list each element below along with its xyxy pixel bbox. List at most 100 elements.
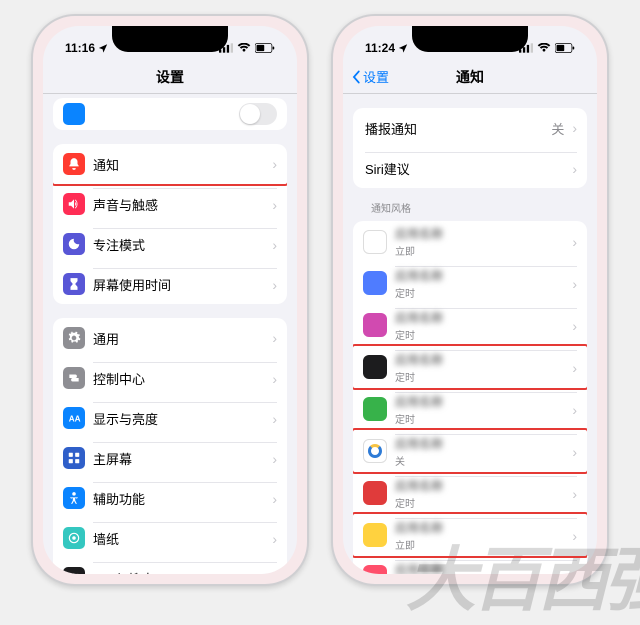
row-label: 播报通知 [365, 119, 551, 138]
app-row[interactable]: 应用名称定时› [353, 556, 587, 574]
app-schedule: 定时 [395, 327, 568, 342]
settings-row-通用[interactable]: 通用› [53, 318, 287, 358]
app-row[interactable]: 应用名称定时 › [353, 304, 587, 346]
settings-group: 通知›声音与触感›专注模式›屏幕使用时间› [53, 144, 287, 304]
app-icon [363, 230, 387, 254]
toggle[interactable] [239, 103, 277, 125]
app-icon [363, 481, 387, 505]
figure-icon [63, 487, 85, 509]
app-schedule: 关 [395, 453, 568, 468]
chevron-right-icon: › [272, 411, 277, 427]
row-label: Siri 与搜索 [93, 569, 268, 574]
chevron-right-icon: › [572, 570, 577, 575]
chevron-right-icon: › [572, 444, 577, 460]
status-time: 11:24 [365, 41, 395, 55]
settings-row-专注模式[interactable]: 专注模式› [53, 224, 287, 264]
screen-right: 11:24 设置 通知 播报通知关›Siri建议›通知风格应用 [343, 26, 597, 574]
settings-row-屏幕使用时间[interactable]: 屏幕使用时间› [53, 264, 287, 304]
chevron-right-icon: › [272, 197, 277, 213]
aa-icon: AA [63, 407, 85, 429]
speaker-icon [63, 193, 85, 215]
chevron-right-icon: › [272, 491, 277, 507]
chevron-right-icon: › [272, 277, 277, 293]
chevron-right-icon: › [272, 571, 277, 575]
gear-icon [63, 327, 85, 349]
settings-row-显示与亮度[interactable]: AA显示与亮度› [53, 398, 287, 438]
app-name: 应用名称 [395, 225, 568, 242]
app-row[interactable]: 应用名称立即› [353, 221, 587, 262]
status-right [519, 43, 575, 53]
back-label: 设置 [363, 67, 389, 86]
app-row[interactable]: 应用名称定时› [353, 388, 587, 430]
battery-icon [555, 43, 575, 53]
app-icon [363, 355, 387, 379]
row-label: 专注模式 [93, 235, 268, 254]
app-icon [363, 439, 387, 463]
settings-row-Siri 与搜索[interactable]: Siri 与搜索 › [53, 558, 287, 574]
settings-group: 通用›控制中心›AA显示与亮度›主屏幕›辅助功能›墙纸›Siri 与搜索›面容 … [53, 318, 287, 574]
app-row[interactable]: 应用名称定时› [353, 472, 587, 514]
page-title: 设置 [156, 67, 184, 87]
chevron-right-icon: › [572, 161, 577, 177]
app-name: 应用名称 [395, 435, 568, 452]
hourglass-icon [63, 273, 85, 295]
settings-row-墙纸[interactable]: 墙纸› [53, 518, 287, 558]
page-title: 通知 [456, 67, 484, 87]
app-schedule: 定时 [395, 369, 568, 384]
chevron-right-icon: › [272, 237, 277, 253]
battery-icon [255, 43, 275, 53]
setting-row[interactable]: Siri建议› [353, 148, 587, 188]
settings-list[interactable]: 通知›声音与触感›专注模式›屏幕使用时间›通用›控制中心›AA显示与亮度›主屏幕… [43, 94, 297, 574]
row-label: 控制中心 [93, 369, 268, 388]
settings-row-辅助功能[interactable]: 辅助功能› [53, 478, 287, 518]
app-name: 应用名称 [395, 267, 568, 284]
row-label: 声音与触感 [93, 195, 268, 214]
location-icon [398, 43, 408, 53]
app-row[interactable]: 应用名称立即› [353, 514, 587, 556]
nav-bar: 设置 [43, 60, 297, 94]
chevron-right-icon: › [272, 451, 277, 467]
app-name: 应用名称 [395, 519, 568, 536]
app-icon [363, 565, 387, 574]
chevron-right-icon: › [572, 276, 577, 292]
chevron-right-icon: › [572, 120, 577, 136]
back-button[interactable]: 设置 [351, 67, 389, 86]
settings-row-主屏幕[interactable]: 主屏幕› [53, 438, 287, 478]
app-row[interactable]: 应用名称定时 › [353, 346, 587, 388]
setting-row[interactable]: 播报通知关 › [353, 108, 587, 148]
status-right [219, 43, 275, 53]
app-name: 应用名称 [395, 309, 568, 326]
svg-text:AA: AA [69, 415, 81, 424]
notch [112, 26, 228, 52]
chevron-right-icon: › [572, 318, 577, 334]
app-icon [363, 271, 387, 295]
app-row[interactable]: 应用名称定时› [353, 262, 587, 304]
phone-right: 11:24 设置 通知 播报通知关›Siri建议›通知风格应用 [331, 14, 609, 586]
row-label: 主屏幕 [93, 449, 268, 468]
nav-bar: 设置 通知 [343, 60, 597, 94]
settings-row-声音与触感[interactable]: 声音与触感› [53, 184, 287, 224]
wifi-icon [537, 43, 551, 53]
location-icon [98, 43, 108, 53]
app-schedule: 立即 [395, 243, 568, 258]
notifications-list[interactable]: 播报通知关›Siri建议›通知风格应用名称立即›应用名称定时›应用名称定时›应用… [343, 94, 597, 574]
app-name: 应用名称 [395, 351, 568, 368]
app-name: 应用名称 [395, 477, 568, 494]
app-icon [363, 313, 387, 337]
settings-row-item[interactable] [53, 98, 287, 130]
section-header: 通知风格 [353, 188, 587, 219]
app-schedule: 定时 [395, 495, 568, 510]
row-label: 通知 [93, 155, 268, 174]
app-row[interactable]: 应用名称关 › [353, 430, 587, 472]
chevron-right-icon: › [572, 360, 577, 376]
settings-row-通知[interactable]: 通知› [53, 144, 287, 184]
app-schedule: 立即 [395, 537, 568, 552]
settings-group [53, 98, 287, 130]
app-icon [363, 523, 387, 547]
row-value: 关 [551, 119, 564, 138]
app-name: 应用名称 [395, 393, 568, 410]
settings-row-控制中心[interactable]: 控制中心› [53, 358, 287, 398]
chevron-right-icon: › [272, 531, 277, 547]
app-schedule: 定时 [395, 411, 568, 426]
wallpaper-icon [63, 527, 85, 549]
